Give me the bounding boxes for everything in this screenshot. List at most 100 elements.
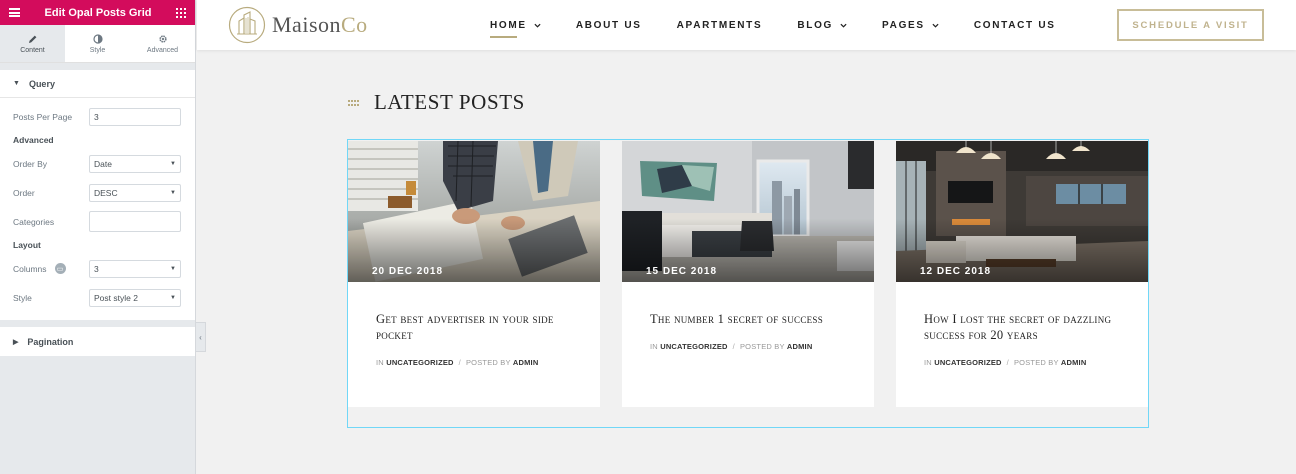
columns-label: Columns xyxy=(13,263,47,274)
dropdown-arrow-icon: ▼ xyxy=(170,265,176,272)
post-author-link[interactable]: ADMIN xyxy=(513,358,539,367)
post-thumbnail[interactable]: 12 DEC 2018 xyxy=(896,141,1148,282)
categories-input[interactable] xyxy=(89,211,181,232)
post-category-link[interactable]: UNCATEGORIZED xyxy=(660,342,727,351)
post-title[interactable]: Get best advertiser in your side pocket xyxy=(376,311,576,343)
order-by-value: Date xyxy=(94,158,112,169)
nav-apartments-label: APARTMENTS xyxy=(676,19,763,31)
post-date: 12 DEC 2018 xyxy=(920,266,992,277)
posts-per-page-label: Posts Per Page xyxy=(13,111,73,122)
post-title[interactable]: How I lost the secret of dazzling succes… xyxy=(924,311,1124,343)
order-control: Order DESC ▼ xyxy=(13,178,181,207)
post-author-link[interactable]: ADMIN xyxy=(1061,358,1087,367)
nav-home-label: HOME xyxy=(490,19,527,31)
panel-header: Edit Opal Posts Grid xyxy=(0,0,195,25)
post-card[interactable]: 20 DEC 2018 Get best advertiser in your … xyxy=(348,141,600,407)
responsive-device-icon[interactable]: ▭ xyxy=(54,263,66,274)
categories-label: Categories xyxy=(13,216,55,227)
logo-main-text: Maison xyxy=(272,12,341,37)
posts-per-page-control: Posts Per Page 3 xyxy=(13,102,181,131)
nav-pages-label: PAGES xyxy=(882,19,925,31)
logo-wordmark: MaisonCo xyxy=(272,12,368,38)
tab-advanced[interactable]: Advanced xyxy=(130,25,195,62)
nav-item-home[interactable]: HOME xyxy=(490,0,541,50)
style-select[interactable]: Post style 2 ▼ xyxy=(89,288,181,307)
tab-content-label: Content xyxy=(20,46,45,54)
main-nav: HOME ABOUT US APARTMENTS BLOG PAGES CONT… xyxy=(490,0,1091,50)
nav-item-pages[interactable]: PAGES xyxy=(882,0,939,50)
post-thumbnail[interactable]: 20 DEC 2018 xyxy=(348,141,600,282)
menu-icon[interactable] xyxy=(9,8,20,17)
pencil-icon xyxy=(28,35,36,43)
chevron-down-icon xyxy=(932,23,939,28)
tab-content[interactable]: Content xyxy=(0,25,65,62)
meta-by-label: POSTED BY xyxy=(465,358,511,367)
query-section: ▼ Query Posts Per Page 3 Advanced Order … xyxy=(0,70,195,320)
post-meta: IN UNCATEGORIZED / POSTED BY ADMIN xyxy=(376,358,538,367)
nav-item-blog[interactable]: BLOG xyxy=(797,0,847,50)
latest-posts-heading: LATEST POSTS xyxy=(348,90,525,115)
panel-collapse-handle[interactable]: ‹ xyxy=(196,322,206,352)
site-logo[interactable]: MaisonCo xyxy=(228,6,368,44)
order-select[interactable]: DESC ▼ xyxy=(89,183,181,202)
nav-item-about[interactable]: ABOUT US xyxy=(576,0,642,50)
columns-select[interactable]: 3 ▼ xyxy=(89,259,181,278)
post-category-link[interactable]: UNCATEGORIZED xyxy=(386,358,453,367)
order-by-label: Order By xyxy=(13,158,48,169)
dots-decoration-icon xyxy=(348,99,359,106)
order-by-control: Order By Date ▼ xyxy=(13,149,181,178)
posts-per-page-input[interactable]: 3 xyxy=(89,107,181,126)
widgets-grid-icon[interactable] xyxy=(176,7,186,18)
half-circle-icon xyxy=(92,33,103,44)
nav-contact-label: CONTACT US xyxy=(973,19,1056,31)
site-header: MaisonCo HOME ABOUT US APARTMENTS BLOG P… xyxy=(197,0,1296,50)
post-card[interactable]: 12 DEC 2018 How I lost the secret of daz… xyxy=(896,141,1148,407)
pagination-section-toggle[interactable]: ▶ Pagination xyxy=(0,327,195,356)
advanced-heading: Advanced xyxy=(13,135,54,145)
schedule-visit-button[interactable]: SCHEDULE A VISIT xyxy=(1117,9,1264,41)
post-image-lounge xyxy=(896,141,1148,282)
meta-separator: / xyxy=(1006,358,1009,367)
tab-advanced-label: Advanced xyxy=(146,46,179,54)
nav-blog-label: BLOG xyxy=(797,19,834,31)
meta-in-label: IN xyxy=(376,358,384,367)
caret-right-icon: ▶ xyxy=(13,338,19,346)
caret-down-icon: ▼ xyxy=(13,80,20,87)
post-image-bedroom xyxy=(622,141,874,282)
section-title: LATEST POSTS xyxy=(374,90,525,114)
post-title[interactable]: The number 1 secret of success xyxy=(650,311,850,327)
post-category-link[interactable]: UNCATEGORIZED xyxy=(934,358,1001,367)
order-label: Order xyxy=(13,187,35,198)
style-value: Post style 2 xyxy=(94,292,138,303)
post-thumbnail[interactable]: 15 DEC 2018 xyxy=(622,141,874,282)
meta-by-label: POSTED BY xyxy=(1013,358,1059,367)
pagination-heading: Pagination xyxy=(27,336,74,347)
tab-style[interactable]: Style xyxy=(65,25,130,62)
chevron-left-icon: ‹ xyxy=(199,332,202,342)
categories-control: Categories xyxy=(13,207,181,236)
order-by-select[interactable]: Date ▼ xyxy=(89,154,181,173)
post-card[interactable]: 15 DEC 2018 The number 1 secret of succe… xyxy=(622,141,874,407)
logo-mark-icon xyxy=(228,6,266,44)
meta-in-label: IN xyxy=(924,358,932,367)
meta-by-label: POSTED BY xyxy=(739,342,785,351)
gear-icon xyxy=(158,34,167,43)
meta-separator: / xyxy=(458,358,461,367)
post-meta: IN UNCATEGORIZED / POSTED BY ADMIN xyxy=(650,342,812,351)
meta-in-label: IN xyxy=(650,342,658,351)
post-image-office xyxy=(348,141,600,282)
query-section-toggle[interactable]: ▼ Query xyxy=(0,70,195,98)
style-control: Style Post style 2 ▼ xyxy=(13,283,181,312)
post-meta: IN UNCATEGORIZED / POSTED BY ADMIN xyxy=(924,358,1086,367)
dropdown-arrow-icon: ▼ xyxy=(170,160,176,167)
order-value: DESC xyxy=(94,187,118,198)
post-author-link[interactable]: ADMIN xyxy=(787,342,813,351)
panel-title: Edit Opal Posts Grid xyxy=(44,6,152,19)
nav-item-contact[interactable]: CONTACT US xyxy=(974,0,1056,50)
posts-grid-widget[interactable]: 20 DEC 2018 Get best advertiser in your … xyxy=(347,139,1149,428)
nav-about-label: ABOUT US xyxy=(575,19,642,31)
post-date: 20 DEC 2018 xyxy=(372,266,444,277)
nav-item-apartments[interactable]: APARTMENTS xyxy=(677,0,763,50)
style-label: Style xyxy=(13,292,32,303)
logo-accent-text: Co xyxy=(341,12,368,37)
